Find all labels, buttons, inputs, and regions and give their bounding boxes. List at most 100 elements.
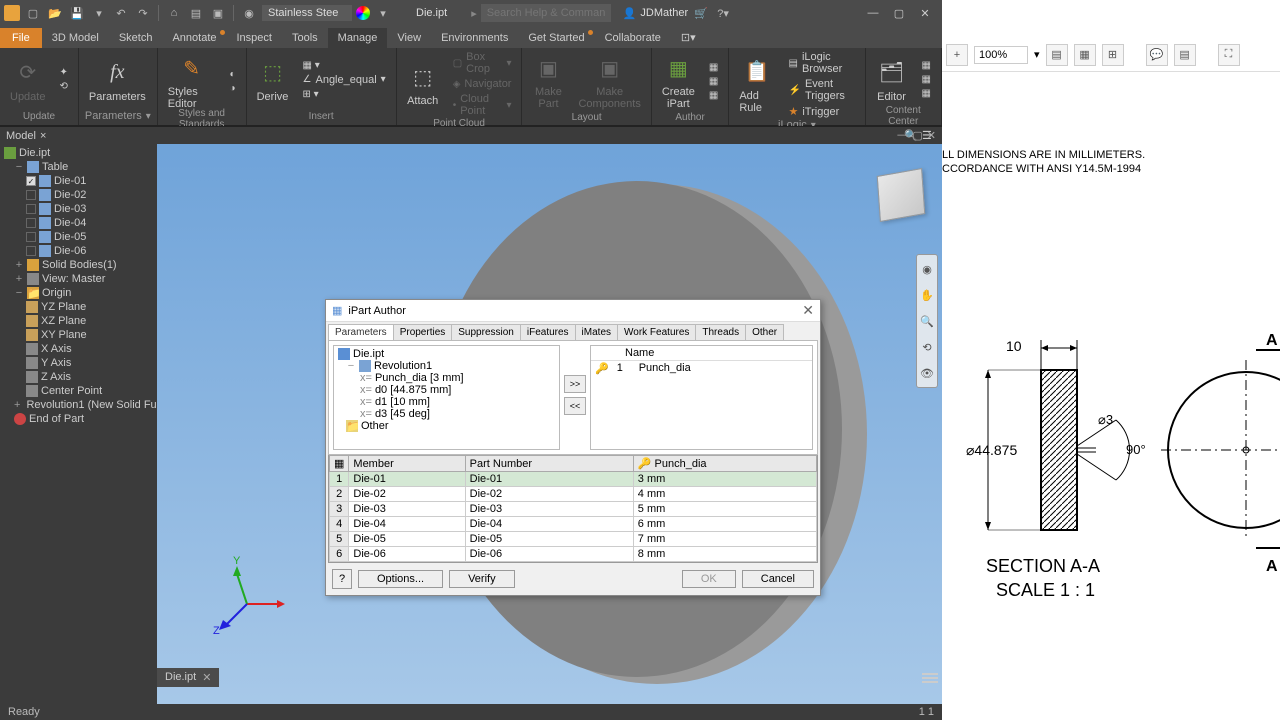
tree-die-4[interactable]: Die-05 [2, 230, 155, 244]
search-input[interactable] [481, 4, 611, 22]
viewport[interactable]: ◉ ✋ 🔍 ⟲ 👁 X Y Z ▦ iPart Author ✕ [157, 144, 942, 704]
tree-revolution[interactable]: +Revolution1 (New Solid Full) [2, 398, 155, 412]
dialog-help-button[interactable]: ? [332, 569, 352, 589]
event-triggers-item[interactable]: ⚡ Event Triggers [784, 77, 858, 103]
nav-pan-icon[interactable]: ✋ [917, 285, 937, 305]
grid-row[interactable]: 4Die-04Die-046 mm [330, 517, 817, 532]
insert3-icon[interactable]: ⊞ ▾ [299, 88, 390, 101]
update2-icon[interactable]: ⟲ [55, 80, 71, 93]
tree-solid[interactable]: +Solid Bodies(1) [2, 258, 155, 272]
style1-icon[interactable]: ◐ [225, 68, 239, 81]
document-tab[interactable]: Die.ipt✕ [157, 668, 219, 687]
dropdown-icon[interactable]: ▾ [90, 4, 108, 22]
grid-row[interactable]: 2Die-02Die-024 mm [330, 487, 817, 502]
viewcube[interactable] [877, 168, 926, 222]
tree-axis-2[interactable]: Z Axis [2, 370, 155, 384]
tree-center[interactable]: Center Point [2, 384, 155, 398]
mdi-min-icon[interactable]: — [897, 129, 908, 142]
cancel-button[interactable]: Cancel [742, 570, 814, 588]
mdi-max-icon[interactable]: ▢ [912, 129, 922, 142]
tree-view[interactable]: +View: Master [2, 272, 155, 286]
dlg-tab-7[interactable]: Other [745, 324, 784, 340]
tree-axis-0[interactable]: X Axis [2, 342, 155, 356]
auth1-icon[interactable]: ▦ [705, 61, 722, 74]
select-icon[interactable]: ▣ [209, 4, 227, 22]
param-1[interactable]: x= d0 [44.875 mm] [336, 384, 557, 396]
tree-plane-2[interactable]: XY Plane [2, 328, 155, 342]
cc2-icon[interactable]: ▦ [918, 73, 935, 86]
tab-view[interactable]: View [387, 28, 431, 48]
dlg-tab-1[interactable]: Properties [393, 324, 453, 340]
angle-equal-item[interactable]: ∠ Angle_equal ▾ [299, 73, 390, 87]
name-row[interactable]: 🔑1Punch_dia [591, 361, 812, 376]
tab-inspect[interactable]: Inspect [227, 28, 282, 48]
dlg-tab-0[interactable]: Parameters [328, 324, 394, 340]
dropdown2-icon[interactable]: ▾ [374, 4, 392, 22]
fullscreen-icon[interactable]: ⛶ [1218, 44, 1240, 66]
nav-orbit-icon[interactable]: ⟲ [917, 337, 937, 357]
grid-row[interactable]: 5Die-05Die-057 mm [330, 532, 817, 547]
save-icon[interactable]: 💾 [68, 4, 86, 22]
update-button[interactable]: ⟳Update [6, 55, 49, 105]
dialog-close-icon[interactable]: ✕ [802, 302, 814, 319]
maximize-button[interactable]: ▢ [886, 3, 912, 23]
dlg-tab-2[interactable]: Suppression [451, 324, 521, 340]
redo-icon[interactable]: ↷ [134, 4, 152, 22]
insert1-icon[interactable]: ▦ ▾ [299, 59, 390, 72]
undo-icon[interactable]: ↶ [112, 4, 130, 22]
doc-tab-close-icon[interactable]: ✕ [202, 671, 211, 684]
add-param-button[interactable]: >> [564, 375, 586, 393]
material-combo[interactable] [262, 5, 352, 21]
tree-die-0[interactable]: ✓Die-01 [2, 174, 155, 188]
dlg-tab-5[interactable]: Work Features [617, 324, 696, 340]
tab-environments[interactable]: Environments [431, 28, 518, 48]
param-tree[interactable]: Die.ipt −Revolution1 x= Punch_dia [3 mm]… [333, 345, 560, 450]
close-button[interactable]: ✕ [912, 3, 938, 23]
tree-die-1[interactable]: Die-02 [2, 188, 155, 202]
itrigger-item[interactable]: ★ iTrigger [784, 104, 858, 119]
style2-icon[interactable]: ◑ [225, 82, 239, 95]
dtb5-icon[interactable]: ▤ [1174, 44, 1196, 66]
home-icon[interactable]: ⌂ [165, 4, 183, 22]
cart-icon[interactable]: 🛒 [692, 4, 710, 22]
tree-plane-1[interactable]: XZ Plane [2, 314, 155, 328]
zoomin-icon[interactable]: + [946, 44, 968, 66]
cc1-icon[interactable]: ▦ [918, 59, 935, 72]
new-icon[interactable]: ▢ [24, 4, 42, 22]
ok-button[interactable]: OK [682, 570, 736, 588]
nav-wheel-icon[interactable]: ◉ [917, 259, 937, 279]
dtb3-icon[interactable]: ⊞ [1102, 44, 1124, 66]
styles-editor-button[interactable]: ✎Styles Editor [164, 50, 220, 112]
tab-getstarted[interactable]: Get Started [518, 28, 594, 48]
dlg-tab-6[interactable]: Threads [695, 324, 746, 340]
tree-axis-1[interactable]: Y Axis [2, 356, 155, 370]
tab-collaborate[interactable]: Collaborate [595, 28, 671, 48]
grid-row[interactable]: 6Die-06Die-068 mm [330, 547, 817, 562]
layers-icon[interactable]: ▤ [187, 4, 205, 22]
tab-tools[interactable]: Tools [282, 28, 328, 48]
zoom-combo[interactable] [974, 46, 1028, 64]
open-icon[interactable]: 📂 [46, 4, 64, 22]
tree-origin[interactable]: −📁Origin [2, 286, 155, 300]
verify-button[interactable]: Verify [449, 570, 515, 588]
nav-look-icon[interactable]: 👁 [917, 363, 937, 383]
tree-die-5[interactable]: Die-06 [2, 244, 155, 258]
attach-button[interactable]: ⬚Attach [403, 59, 443, 109]
file-tab[interactable]: File [0, 28, 42, 48]
tree-end[interactable]: End of Part [2, 412, 155, 426]
ilogic-browser-item[interactable]: ▤ iLogic Browser [784, 50, 858, 76]
options-button[interactable]: Options... [358, 570, 443, 588]
tab-manage[interactable]: Manage [328, 28, 388, 48]
mdi-close-icon[interactable]: ✕ [927, 129, 936, 142]
editor-button[interactable]: 🗂Editor [872, 55, 912, 105]
model-browser[interactable]: Die.ipt −Table ✓Die-01Die-02Die-03Die-04… [0, 144, 157, 704]
auth3-icon[interactable]: ▦ [705, 89, 722, 102]
canvas-menu-icon[interactable] [922, 670, 938, 686]
tree-plane-0[interactable]: YZ Plane [2, 300, 155, 314]
remove-param-button[interactable]: << [564, 397, 586, 415]
grid-row[interactable]: 3Die-03Die-035 mm [330, 502, 817, 517]
addrule-button[interactable]: 📋Add Rule [735, 54, 778, 116]
nav-zoom-icon[interactable]: 🔍 [917, 311, 937, 331]
tab-sketch[interactable]: Sketch [109, 28, 163, 48]
selected-params[interactable]: Name 🔑1Punch_dia [590, 345, 813, 450]
